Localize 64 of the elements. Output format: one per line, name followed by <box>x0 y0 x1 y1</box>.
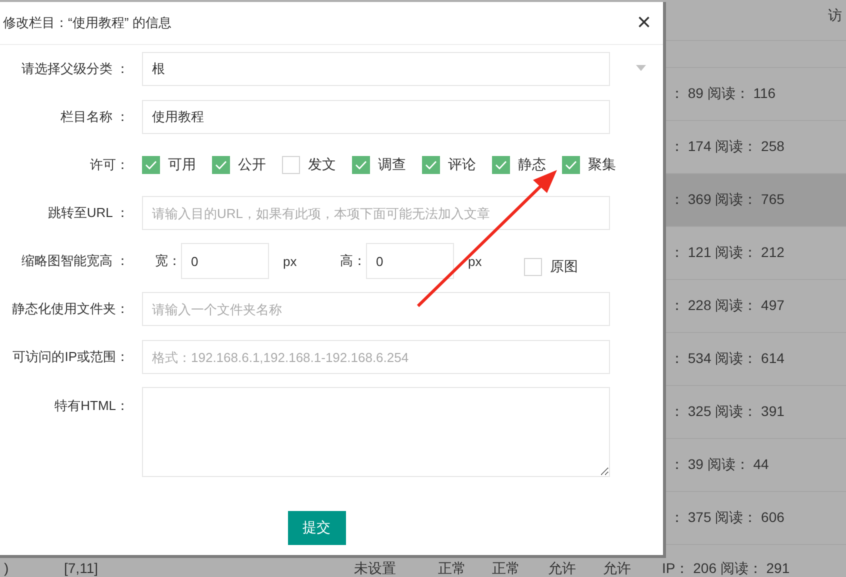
table-cell: 未设置 <box>354 561 396 576</box>
field-label: 缩略图智能宽高 ： <box>20 252 130 270</box>
check-icon <box>495 160 507 170</box>
input-field[interactable]: 0 <box>366 243 454 279</box>
checkbox-label: 公开 <box>238 156 266 174</box>
checkbox[interactable] <box>492 156 510 174</box>
checkbox[interactable] <box>422 156 440 174</box>
checkbox-label: 聚集 <box>588 156 616 174</box>
field-label: 宽： <box>155 252 181 270</box>
field-label: 特有HTML： <box>54 397 130 415</box>
close-button[interactable]: × <box>634 11 653 35</box>
input-field[interactable]: 请输入一个文件夹名称 <box>142 292 610 326</box>
input-field[interactable]: 使用教程 <box>142 100 610 134</box>
checkbox-label: 可用 <box>168 156 196 174</box>
check-icon <box>425 160 437 170</box>
check-icon <box>565 160 577 170</box>
checkbox[interactable] <box>142 156 160 174</box>
checkbox[interactable] <box>524 258 542 276</box>
checkbox-label: 静态 <box>518 156 546 174</box>
parent-select[interactable]: 根 <box>142 52 610 86</box>
submit-button[interactable]: 提交 <box>288 511 346 545</box>
checkbox[interactable] <box>282 156 300 174</box>
caret-icon <box>636 65 646 71</box>
table-cell: ： 174 阅读： 258 <box>670 138 784 156</box>
table-cell: ： 228 阅读： 497 <box>670 297 784 315</box>
checkbox-label: 评论 <box>448 156 476 174</box>
table-cell: IP： 206 阅读： 291 <box>662 561 790 576</box>
field-label: 跳转至URL ： <box>46 204 130 222</box>
checkbox-label: 调查 <box>378 156 406 174</box>
input-field[interactable]: 请输入目的URL，如果有此项，本项下面可能无法加入文章 <box>142 196 610 230</box>
check-icon <box>145 160 157 170</box>
checkbox[interactable] <box>212 156 230 174</box>
checkbox[interactable] <box>562 156 580 174</box>
input-field[interactable]: 0 <box>181 243 269 279</box>
field-label: 栏目名称 ： <box>59 108 130 126</box>
table-cell: 允许 <box>548 561 576 576</box>
table-cell: ： 369 阅读： 765 <box>670 191 784 209</box>
table-cell: 正常 <box>492 561 520 576</box>
field-label: 高： <box>340 252 366 270</box>
check-icon <box>215 160 227 170</box>
table-cell: ) <box>4 561 9 576</box>
table-cell: [7,11] <box>64 561 98 576</box>
unit-label: px <box>283 254 298 268</box>
table-cell: ： 121 阅读： 212 <box>670 244 784 262</box>
table-cell: ： 89 阅读： 116 <box>670 85 776 103</box>
field-label: 许可： <box>89 156 130 174</box>
input-field[interactable]: 格式：192.168.6.1,192.168.1-192.168.6.254 <box>142 340 610 374</box>
checkbox-label: 原图 <box>550 258 578 276</box>
field-label: 请选择父级分类 ： <box>20 60 130 78</box>
table-cell: ： 534 阅读： 614 <box>670 350 784 368</box>
checkbox-label: 发文 <box>308 156 336 174</box>
column-header: 访 <box>828 7 842 25</box>
field-label: 可访问的IP或范围： <box>12 348 130 366</box>
table-cell: ： 375 阅读： 606 <box>670 509 784 527</box>
table-cell: 允许 <box>603 561 631 576</box>
text-area[interactable] <box>142 387 610 477</box>
dialog-title: 修改栏目：“使用教程” 的信息 <box>3 14 172 32</box>
checkbox[interactable] <box>352 156 370 174</box>
table-cell: ： 39 阅读： 44 <box>670 456 769 474</box>
check-icon <box>355 160 367 170</box>
unit-label: px <box>468 254 483 268</box>
table-cell: 正常 <box>438 561 466 576</box>
field-label: 静态化使用文件夹： <box>11 300 130 318</box>
table-cell: ： 325 阅读： 391 <box>670 403 784 421</box>
